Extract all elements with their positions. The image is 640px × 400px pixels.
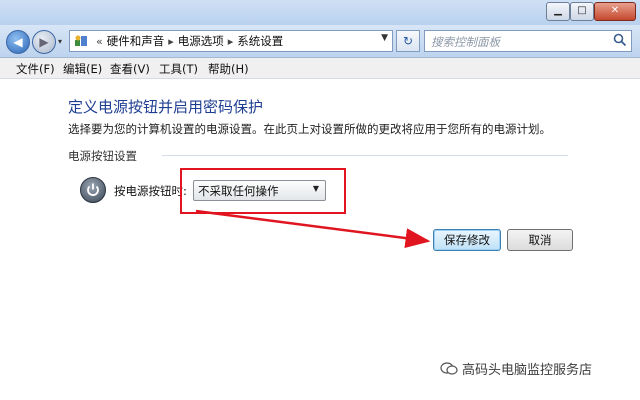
address-dropdown-icon[interactable]: ▼ [381, 33, 388, 43]
menu-help[interactable]: 帮助(H) [208, 61, 249, 77]
refresh-button[interactable]: ↻ [396, 30, 420, 52]
menu-tools[interactable]: 工具(T) [159, 61, 198, 77]
back-button[interactable]: ◀ [6, 30, 30, 54]
window-title-bar: ▁ □ ✕ [0, 0, 640, 26]
close-button[interactable]: ✕ [594, 2, 636, 21]
menu-file[interactable]: 文件(F) [16, 61, 55, 77]
watermark-text: 高码头电脑监控服务店 [462, 363, 593, 378]
menu-bar: 文件(F) 编辑(E) 查看(V) 工具(T) 帮助(H) [0, 58, 640, 79]
content-pane: 定义电源按钮并启用密码保护 选择要为您的计算机设置的电源设置。在此页上对设置所做… [0, 79, 640, 400]
breadcrumb-hardware-sound[interactable]: 硬件和声音 [107, 33, 165, 49]
maximize-button[interactable]: □ [570, 2, 594, 21]
control-panel-icon [75, 35, 87, 46]
forward-button[interactable]: ▶ [32, 30, 56, 54]
recent-pages-dropdown-icon[interactable]: ▾ [58, 37, 62, 46]
chat-bubble-icon [440, 361, 458, 375]
annotation-arrow [195, 209, 431, 249]
menu-edit[interactable]: 编辑(E) [63, 61, 102, 77]
address-bar[interactable]: « 硬件和声音 ▸ 电源选项 ▸ 系统设置 ▼ [69, 30, 393, 52]
address-overflow[interactable]: « [92, 35, 107, 48]
breadcrumb-system-settings[interactable]: 系统设置 [237, 33, 283, 49]
search-icon[interactable] [613, 33, 627, 47]
minimize-button[interactable]: ▁ [546, 2, 570, 21]
search-placeholder: 搜索控制面板 [431, 35, 500, 49]
menu-view[interactable]: 查看(V) [110, 61, 150, 77]
watermark: 高码头电脑监控服务店 [440, 359, 592, 378]
breadcrumb-arrow-icon[interactable]: ▸ [224, 35, 238, 48]
breadcrumb-power-options[interactable]: 电源选项 [178, 33, 224, 49]
search-input[interactable]: 搜索控制面板 [424, 30, 632, 52]
breadcrumb-arrow-icon[interactable]: ▸ [164, 35, 178, 48]
